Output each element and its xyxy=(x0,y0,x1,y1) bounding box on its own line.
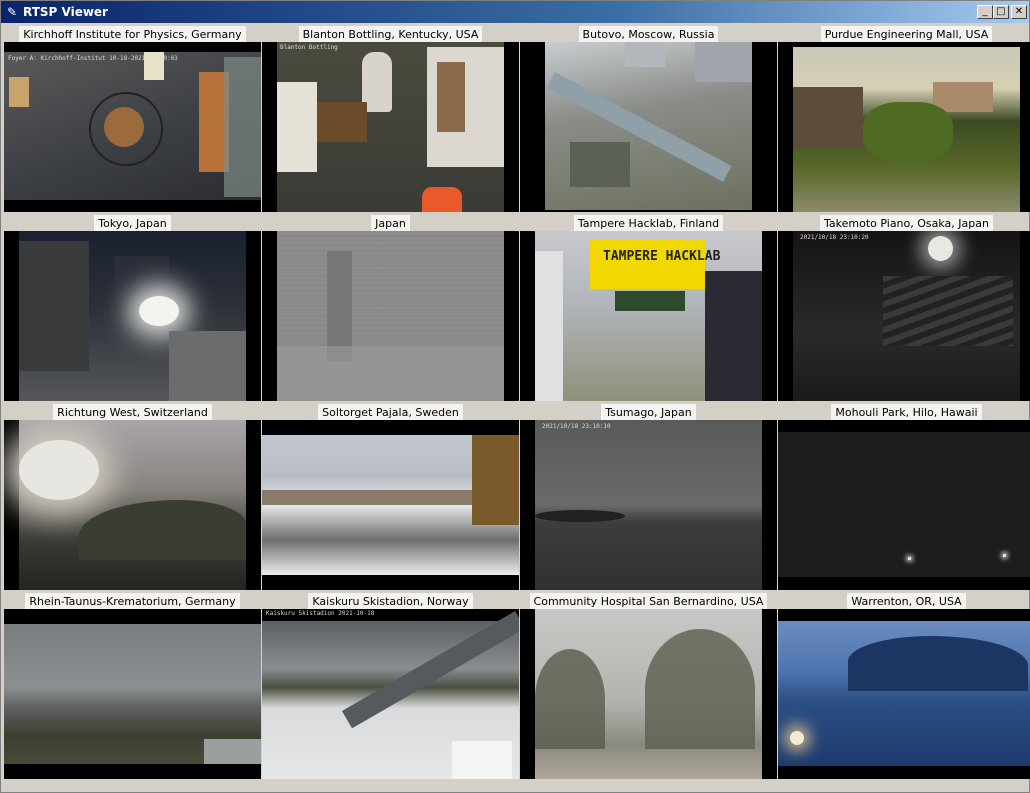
camera-tile[interactable]: Kaiskuru Skistadion, Norway Kaiskuru Ski… xyxy=(262,590,519,779)
camera-label: Rhein-Taunus-Krematorium, Germany xyxy=(4,590,261,610)
camera-label: Soltorget Pajala, Sweden xyxy=(262,401,519,421)
camera-tile[interactable]: Tampere Hacklab, Finland TAMPERE HACKLAB xyxy=(520,212,777,401)
rtsp-viewer-window: ✎ RTSP Viewer _ □ ✕ Kirchhoff Institute … xyxy=(0,0,1030,793)
camera-overlay-text: Blanton Bottling xyxy=(280,44,338,51)
camera-label: Kaiskuru Skistadion, Norway xyxy=(262,590,519,610)
camera-tile[interactable]: Rhein-Taunus-Krematorium, Germany xyxy=(4,590,261,779)
camera-feed xyxy=(778,42,1030,212)
camera-feed xyxy=(262,420,519,590)
camera-feed xyxy=(4,420,261,590)
camera-tile[interactable]: Soltorget Pajala, Sweden xyxy=(262,401,519,590)
camera-feed xyxy=(520,609,777,779)
camera-feed xyxy=(520,42,777,212)
camera-feed: TAMPERE HACKLAB xyxy=(520,231,777,401)
close-button[interactable]: ✕ xyxy=(1011,5,1027,19)
window-title: RTSP Viewer xyxy=(23,5,108,19)
maximize-button[interactable]: □ xyxy=(993,5,1009,19)
camera-label: Tokyo, Japan xyxy=(4,212,261,232)
camera-feed xyxy=(778,420,1030,590)
camera-tile[interactable]: Japan xyxy=(262,212,519,401)
camera-feed xyxy=(4,609,261,779)
camera-tile[interactable]: Blanton Bottling, Kentucky, USA Blanton … xyxy=(262,23,519,212)
camera-tile[interactable]: Tsumago, Japan 2021/10/18 23:10:10 xyxy=(520,401,777,590)
title-bar[interactable]: ✎ RTSP Viewer _ □ ✕ xyxy=(1,1,1029,23)
camera-label: Richtung West, Switzerland xyxy=(4,401,261,421)
camera-tile[interactable]: Purdue Engineering Mall, USA xyxy=(778,23,1030,212)
camera-label: Kirchhoff Institute for Physics, Germany xyxy=(4,23,261,43)
camera-feed: 2021/10/18 23:10:10 xyxy=(520,420,777,590)
camera-feed: Foyer A: Kirchhoff-Institut 10-18-2021 1… xyxy=(4,42,261,212)
camera-tile[interactable]: Takemoto Piano, Osaka, Japan 2021/10/18 … xyxy=(778,212,1030,401)
camera-feed xyxy=(4,231,261,401)
camera-label: Tampere Hacklab, Finland xyxy=(520,212,777,232)
camera-feed: 2021/10/18 23:10:20 xyxy=(778,231,1030,401)
camera-feed: Blanton Bottling xyxy=(262,42,519,212)
feather-icon: ✎ xyxy=(6,5,18,19)
camera-feed: Kaiskuru Skistadion 2021-10-18 xyxy=(262,609,519,779)
camera-feed xyxy=(778,609,1030,779)
minimize-button[interactable]: _ xyxy=(977,5,993,19)
camera-tile[interactable]: Richtung West, Switzerland xyxy=(4,401,261,590)
camera-label: Community Hospital San Bernardino, USA xyxy=(520,590,777,610)
camera-label: Butovo, Moscow, Russia xyxy=(520,23,777,43)
camera-tile[interactable]: Community Hospital San Bernardino, USA xyxy=(520,590,777,779)
camera-overlay-text: Kaiskuru Skistadion 2021-10-18 xyxy=(266,610,375,617)
camera-label: Tsumago, Japan xyxy=(520,401,777,421)
camera-feed xyxy=(262,231,519,401)
camera-tile[interactable]: Warrenton, OR, USA xyxy=(778,590,1030,779)
hacklab-sign-text: TAMPERE HACKLAB xyxy=(603,249,721,264)
camera-label: Takemoto Piano, Osaka, Japan xyxy=(778,212,1030,232)
camera-overlay-text: 2021/10/18 23:10:10 xyxy=(542,423,611,430)
camera-label: Japan xyxy=(262,212,519,232)
camera-tile[interactable]: Butovo, Moscow, Russia xyxy=(520,23,777,212)
camera-overlay-text: 2021/10/18 23:10:20 xyxy=(800,234,869,241)
camera-label: Mohouli Park, Hilo, Hawaii xyxy=(778,401,1030,421)
camera-tile[interactable]: Mohouli Park, Hilo, Hawaii xyxy=(778,401,1030,590)
camera-label: Purdue Engineering Mall, USA xyxy=(778,23,1030,43)
camera-tile[interactable]: Kirchhoff Institute for Physics, Germany… xyxy=(4,23,261,212)
camera-overlay-text: Foyer A: Kirchhoff-Institut 10-18-2021 1… xyxy=(8,55,178,62)
camera-tile[interactable]: Tokyo, Japan xyxy=(4,212,261,401)
camera-label: Blanton Bottling, Kentucky, USA xyxy=(262,23,519,43)
camera-label: Warrenton, OR, USA xyxy=(778,590,1030,610)
